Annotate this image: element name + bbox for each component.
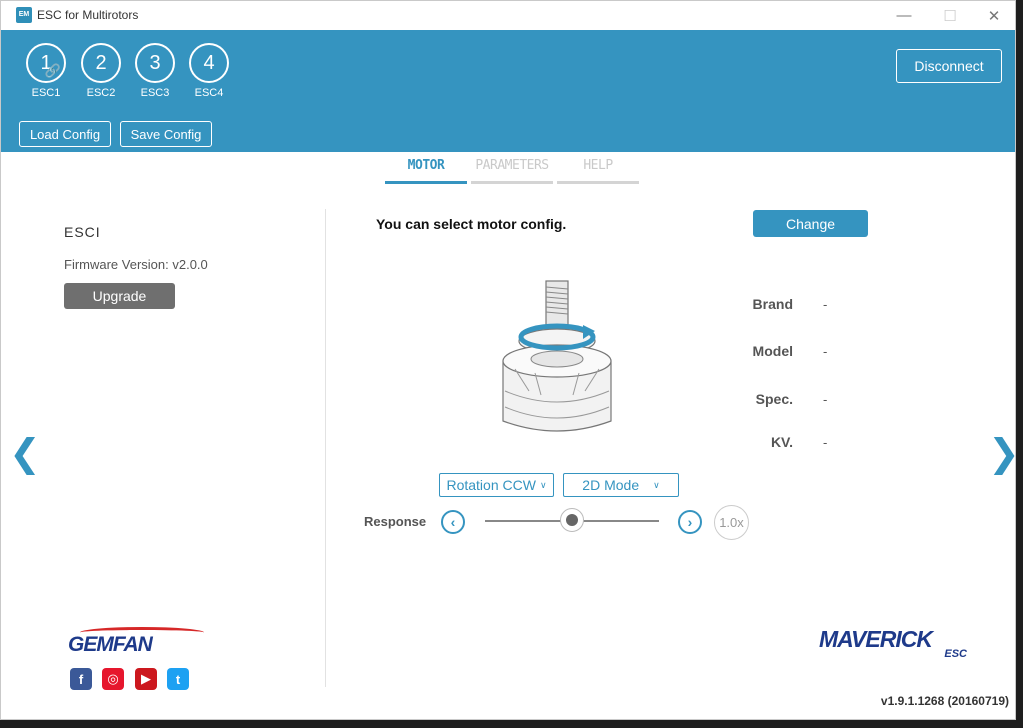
model-value: - [823, 344, 828, 359]
disconnect-button[interactable]: Disconnect [896, 49, 1002, 83]
chevron-down-icon: ∨ [539, 479, 547, 490]
close-button[interactable]: ✕ [971, 1, 1017, 30]
esc-selector-1[interactable]: 1 🔗 ESC1 [23, 43, 69, 99]
model-label: Model [752, 343, 793, 359]
esc-label: ESC2 [86, 87, 116, 99]
panel-divider [325, 209, 326, 687]
multiplier-badge: 1.0x [714, 505, 749, 540]
motor-illustration [502, 280, 612, 432]
response-decrease-button[interactable]: ‹ [441, 510, 465, 534]
esc-number-circle: 1 🔗 [26, 43, 66, 83]
change-button[interactable]: Change [753, 210, 868, 237]
app-window: EM ESC for Multirotors — ☐ ✕ 1 🔗 ESC1 2 … [0, 0, 1020, 720]
esc-number: 4 [203, 51, 215, 74]
youtube-icon[interactable]: ▶ [135, 668, 157, 690]
tab-help[interactable]: HELP [557, 152, 639, 184]
esc-number: 2 [95, 51, 107, 74]
esc-name: ESCI [64, 224, 101, 240]
load-config-button[interactable]: Load Config [19, 121, 111, 147]
prev-arrow-icon[interactable]: ❮ [9, 431, 41, 476]
gemfan-logo-text: GEMFAN [68, 633, 153, 656]
link-icon: 🔗 [44, 63, 61, 78]
mode-dropdown[interactable]: 2D Mode ∨ [563, 473, 679, 497]
response-slider-thumb[interactable] [560, 508, 584, 532]
esc-label: ESC1 [31, 87, 61, 99]
kv-value: - [823, 435, 828, 450]
spec-value: - [823, 392, 828, 407]
tab-parameters[interactable]: PARAMETERS [471, 152, 553, 184]
esc-number-circle: 2 [81, 43, 121, 83]
weibo-icon[interactable]: ◎ [102, 668, 124, 690]
minimize-button[interactable]: — [881, 1, 927, 30]
esc-selector-3[interactable]: 3 ESC3 [132, 43, 178, 99]
upgrade-button[interactable]: Upgrade [64, 283, 175, 309]
spec-label: Spec. [755, 391, 793, 407]
version-label: v1.9.1.1268 (20160719) [880, 694, 1009, 708]
tab-motor[interactable]: MOTOR [385, 152, 467, 184]
mode-value: 2D Mode [582, 477, 640, 493]
gemfan-logo: GEMFAN [68, 627, 208, 661]
response-label: Response [364, 514, 427, 529]
maverick-logo: MAVERICK ESC [819, 626, 975, 664]
esc-selector-2[interactable]: 2 ESC2 [78, 43, 124, 99]
rotation-dropdown[interactable]: Rotation CCW ∨ [439, 473, 554, 497]
facebook-icon[interactable]: f [70, 668, 92, 690]
esc-number-circle: 3 [135, 43, 175, 83]
chevron-right-icon: › [687, 514, 693, 530]
chevron-left-icon: ‹ [450, 514, 456, 530]
maverick-logo-sub: ESC [944, 648, 967, 660]
chevron-down-icon: ∨ [653, 479, 660, 490]
motor-config-message: You can select motor config. [376, 216, 567, 232]
rotation-value: Rotation CCW [446, 477, 536, 493]
esc-label: ESC3 [140, 87, 170, 99]
esc-number: 3 [149, 51, 161, 74]
maverick-logo-text: MAVERICK [819, 626, 933, 652]
response-increase-button[interactable]: › [678, 510, 702, 534]
save-config-button[interactable]: Save Config [120, 121, 212, 147]
esc-number-circle: 4 [189, 43, 229, 83]
firmware-version: Firmware Version: v2.0.0 [64, 257, 208, 272]
kv-label: KV. [770, 434, 793, 450]
window-title: ESC for Multirotors [37, 8, 139, 22]
esc-label: ESC4 [194, 87, 224, 99]
brand-label: Brand [752, 296, 793, 312]
brand-value: - [823, 297, 828, 312]
title-bar: EM ESC for Multirotors — ☐ ✕ [1, 1, 1015, 30]
next-arrow-icon[interactable]: ❯ [988, 431, 1020, 476]
header-bar: 1 🔗 ESC1 2 ESC2 3 ESC3 4 ESC4 Load Confi… [1, 30, 1015, 152]
app-logo-icon: EM [16, 7, 32, 23]
twitter-icon[interactable]: t [167, 668, 189, 690]
esc-selector-4[interactable]: 4 ESC4 [186, 43, 232, 99]
maximize-button[interactable]: ☐ [927, 1, 973, 30]
slider-dot [566, 514, 578, 526]
